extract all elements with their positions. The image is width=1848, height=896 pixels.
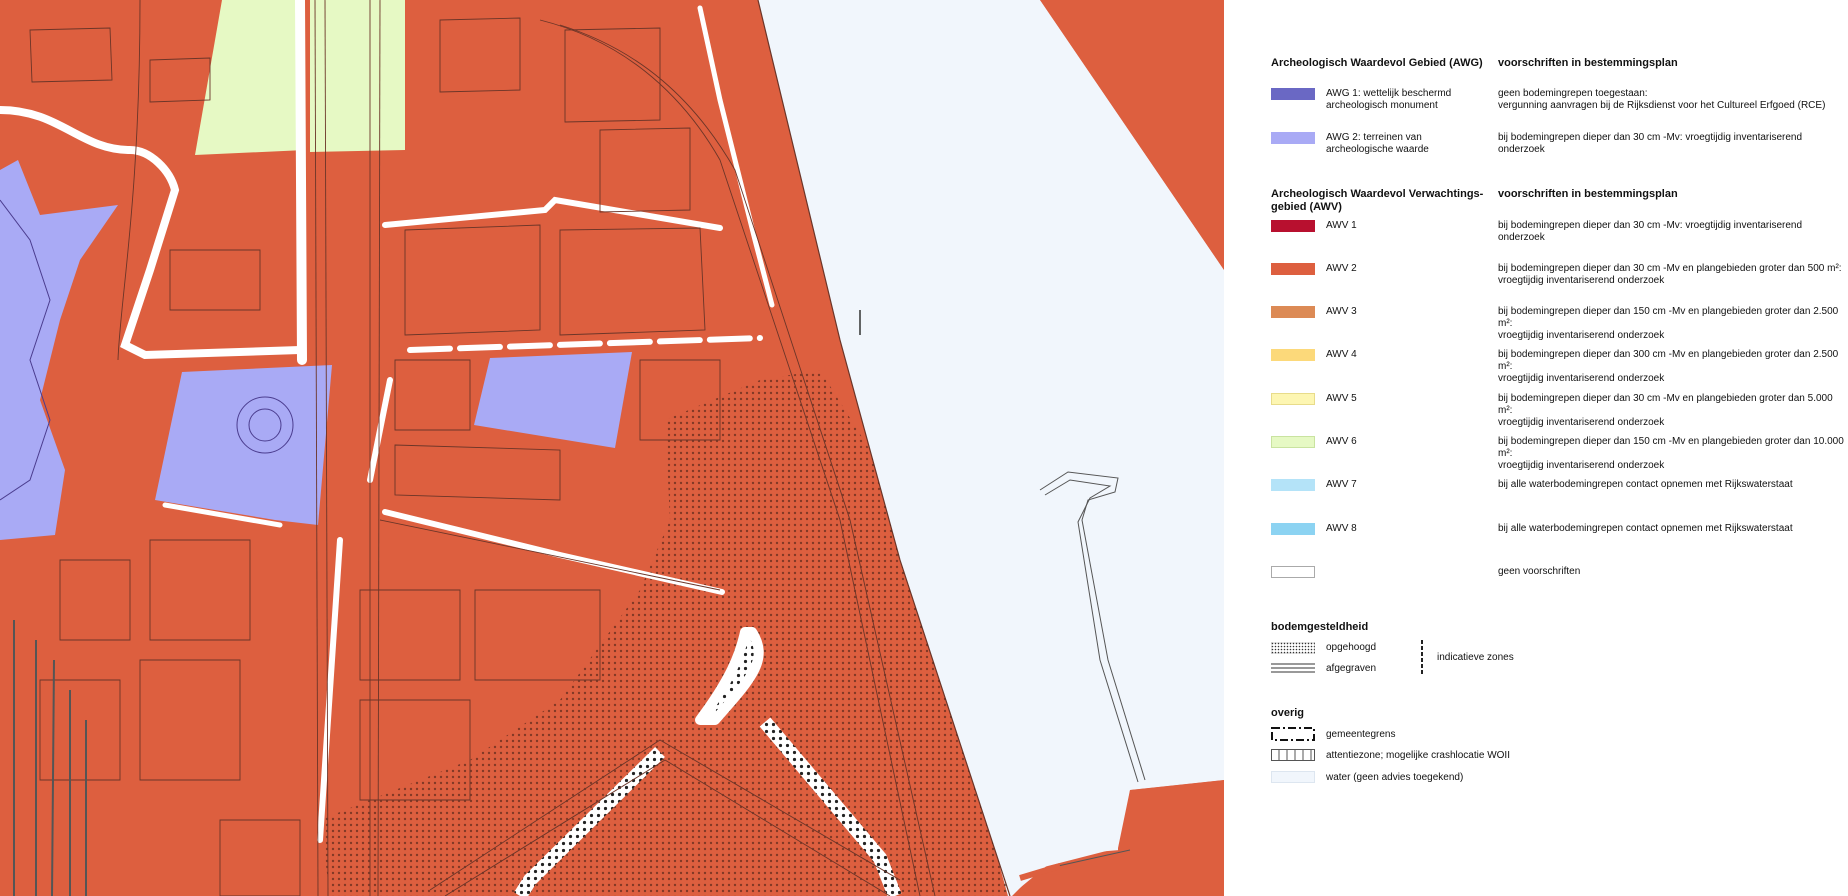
awg-section-title: Archeologisch Waardevol Gebied (AWG) (1271, 57, 1483, 69)
awv2-swatch (1271, 263, 1315, 275)
awg1-rule: geen bodemingrepen toegestaan: vergunnin… (1498, 88, 1826, 111)
awg1-label: AWG 1: wettelijk beschermd archeologisch… (1326, 88, 1452, 111)
awv3-rule: bij bodemingrepen dieper dan 150 cm -Mv … (1498, 306, 1839, 341)
bodem-section-title: bodemgesteldheid (1271, 621, 1369, 633)
awv5-label: AWV 5 (1326, 393, 1357, 404)
dashed-vertical-icon (1421, 640, 1423, 676)
awv6-swatch (1271, 436, 1315, 448)
awv7-label: AWV 7 (1326, 479, 1357, 490)
none-swatch (1271, 566, 1315, 578)
awv6-label: AWV 6 (1326, 436, 1357, 447)
awv1-rule: bij bodemingrepen dieper dan 30 cm -Mv: … (1498, 220, 1803, 243)
awv8-swatch (1271, 523, 1315, 535)
awg2-block-a (155, 365, 332, 525)
awg2-rule: bij bodemingrepen dieper dan 30 cm -Mv: … (1498, 132, 1803, 155)
map-canvas[interactable] (0, 0, 1224, 896)
awv1-label: AWV 1 (1326, 220, 1357, 231)
indicative-label: indicatieve zones (1437, 652, 1514, 663)
awv6-rule: bij bodemingrepen dieper dan 150 cm -Mv … (1498, 436, 1844, 471)
awv8-rule: bij alle waterbodemingrepen contact opne… (1498, 523, 1793, 534)
awv5-rule: bij bodemingrepen dieper dan 30 cm -Mv e… (1498, 393, 1833, 428)
awv2-label: AWV 2 (1326, 263, 1357, 274)
awg2-swatch (1271, 132, 1315, 144)
awg1-swatch (1271, 88, 1315, 100)
awv2-rule: bij bodemingrepen dieper dan 30 cm -Mv e… (1498, 263, 1842, 286)
awv3-label: AWV 3 (1326, 306, 1357, 317)
awv-rules-title: voorschriften in bestemmingsplan (1498, 188, 1678, 200)
none-rule: geen voorschriften (1498, 566, 1581, 577)
awv7-rule: bij alle waterbodemingrepen contact opne… (1498, 479, 1793, 490)
awv5-swatch (1271, 393, 1315, 405)
gemeentegrens-label: gemeentegrens (1326, 729, 1396, 740)
awv7-swatch (1271, 479, 1315, 491)
afgegraven-label: afgegraven (1326, 663, 1377, 674)
dotted-pattern-icon (1271, 642, 1315, 654)
opgehoogd-label: opgehoogd (1326, 642, 1377, 653)
awv1-swatch (1271, 220, 1315, 232)
legend-panel: Archeologisch Waardevol Gebied (AWG) voo… (1224, 0, 1848, 896)
triple-lines-icon (1271, 663, 1315, 673)
awv8-label: AWV 8 (1326, 523, 1357, 534)
awv4-label: AWV 4 (1326, 349, 1357, 360)
awv-section-title: Archeologisch Waardevol Verwachtings- ge… (1271, 188, 1484, 213)
awv6-area-2 (310, 0, 405, 152)
overig-section-title: overig (1271, 707, 1305, 719)
water-label: water (geen advies toegekend) (1326, 772, 1464, 783)
awv4-rule: bij bodemingrepen dieper dan 300 cm -Mv … (1498, 349, 1839, 384)
awg-rules-title: voorschriften in bestemmingsplan (1498, 57, 1678, 69)
water-swatch (1271, 771, 1315, 783)
east-bank-land-bottom (1118, 780, 1224, 896)
vertical-hatch-icon (1271, 749, 1315, 761)
awv3-swatch (1271, 306, 1315, 318)
attentiezone-label: attentiezone; mogelijke crashlocatie WOI… (1326, 750, 1510, 761)
awg2-label: AWG 2: terreinen van archeologische waar… (1326, 132, 1429, 155)
awv4-swatch (1271, 349, 1315, 361)
dash-dot-border-icon (1271, 727, 1315, 741)
